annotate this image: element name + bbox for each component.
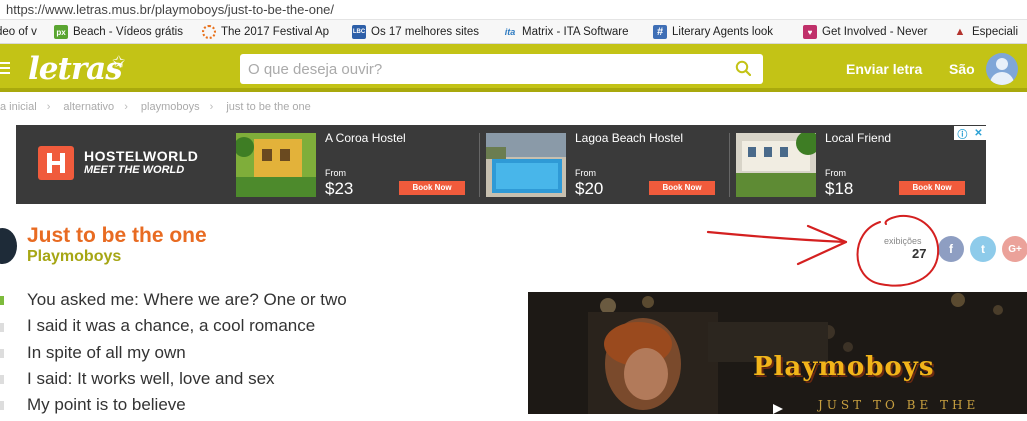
book-now-button[interactable]: Book Now xyxy=(899,181,965,195)
px-icon: px xyxy=(54,25,68,39)
hostel-name: A Coroa Hostel xyxy=(325,131,406,145)
bookmark-item[interactable]: px Beach - Vídeos grátis xyxy=(54,24,193,40)
gutter-marker xyxy=(0,349,4,358)
ita-icon: ita xyxy=(504,27,516,37)
bookmark-item[interactable]: ♥ Get Involved - Never xyxy=(803,24,934,40)
bookmark-item[interactable]: ita Matrix - ITA Software xyxy=(503,24,634,40)
site-logo[interactable]: letras xyxy=(28,51,123,87)
search-box xyxy=(240,54,763,84)
breadcrumb: a inicial › alternativo › playmoboys › just… xyxy=(0,101,321,113)
chevron-right-icon: › xyxy=(209,101,214,113)
hostel-from-label: From xyxy=(825,168,846,178)
lyric-line: I said it was a chance, a cool romance xyxy=(27,316,316,336)
hostelworld-logo-icon xyxy=(38,146,74,180)
google-share-button[interactable]: G+ xyxy=(1002,236,1027,262)
hostel-name: Local Friend xyxy=(825,131,892,145)
avatar[interactable] xyxy=(986,53,1018,85)
facebook-share-button[interactable]: f xyxy=(938,236,964,262)
bookmark-label: Get Involved - Never xyxy=(822,26,928,38)
artist-avatar[interactable] xyxy=(0,228,17,264)
bookmark-item[interactable]: deo of v xyxy=(0,24,37,40)
hostel-from-label: From xyxy=(325,168,346,178)
bookmark-label: Os 17 melhores sites xyxy=(371,26,479,38)
lyric-line: I said: It works well, love and sex xyxy=(27,368,275,388)
festival-icon xyxy=(202,25,216,39)
gutter-marker xyxy=(0,323,4,332)
search-icon[interactable] xyxy=(735,60,751,76)
bookmark-item[interactable]: ▲ Especiali xyxy=(953,24,1018,40)
breadcrumb-current: just to be the one xyxy=(226,101,311,113)
bookmark-label: deo of v xyxy=(0,26,37,38)
book-now-button[interactable]: Book Now xyxy=(649,181,715,195)
video-player[interactable]: Playmoboys JUST TO BE THE ONE xyxy=(528,292,1027,414)
book-now-button[interactable]: Book Now xyxy=(399,181,465,195)
hat-icon: ▲ xyxy=(954,26,966,38)
star-icon: ✩ xyxy=(112,54,126,71)
bookmark-item[interactable]: LBC Os 17 melhores sites xyxy=(352,24,479,40)
divider xyxy=(479,133,480,197)
hostel-price: $20 xyxy=(575,179,604,198)
bookmark-item[interactable]: # Literary Agents look xyxy=(653,24,784,40)
bookmark-item[interactable]: The 2017 Festival Ap xyxy=(202,24,333,40)
artist-name-link[interactable]: Playmoboys xyxy=(27,248,121,266)
bookmark-label: Beach - Vídeos grátis xyxy=(73,26,183,38)
ad-banner[interactable]: HOSTELWORLD MEET THE WORLD A Coroa Hoste… xyxy=(16,125,986,204)
bookmarks-bar: deo of v px Beach - Vídeos grátis The 20… xyxy=(0,20,1027,44)
heart-icon: ♥ xyxy=(803,25,817,39)
chevron-right-icon: › xyxy=(124,101,128,113)
gutter-marker xyxy=(0,401,4,410)
site-header: letras ✩ Enviar letra São xyxy=(0,44,1027,92)
hostel-from-label: From xyxy=(575,168,596,178)
views-count: 27 xyxy=(912,246,927,261)
hostel-photo xyxy=(736,133,816,197)
breadcrumb-item[interactable]: alternativo xyxy=(63,101,114,113)
play-icon[interactable] xyxy=(768,400,784,414)
lyric-line: My point is to believe xyxy=(27,395,186,415)
chevron-right-icon: › xyxy=(46,101,51,113)
video-subtitle: JUST TO BE THE ONE xyxy=(818,398,980,414)
ad-hostel-card[interactable]: Lagoa Beach Hostel From $20 Book Now xyxy=(482,125,730,204)
ad-tagline: MEET THE WORLD xyxy=(84,164,185,176)
user-name-link[interactable]: São xyxy=(949,61,975,77)
gutter-marker xyxy=(0,296,4,305)
bookmark-label: Especiali xyxy=(972,26,1019,38)
hostel-photo xyxy=(236,133,316,197)
song-title: Just to be the one xyxy=(27,224,207,247)
lbc-icon: LBC xyxy=(352,25,366,39)
lyrics: You asked me: Where we are? One or two I… xyxy=(27,290,347,421)
close-icon[interactable]: ✕ xyxy=(974,128,982,139)
twitter-share-button[interactable]: t xyxy=(970,236,996,262)
hostel-price: $18 xyxy=(825,179,854,198)
hostel-price: $23 xyxy=(325,179,354,198)
adchoices[interactable]: ⓘ ✕ xyxy=(954,126,986,141)
bookmark-label: Literary Agents look xyxy=(672,26,774,38)
address-bar[interactable]: https://www.letras.mus.br/playmoboys/jus… xyxy=(0,0,1027,20)
hostel-photo xyxy=(486,133,566,197)
lyric-line: In spite of all my own xyxy=(27,342,186,362)
search-input[interactable] xyxy=(240,54,710,84)
breadcrumb-item[interactable]: playmoboys xyxy=(141,101,200,113)
divider xyxy=(729,133,730,197)
lyric-line: You asked me: Where we are? One or two xyxy=(27,290,347,309)
info-icon[interactable]: ⓘ xyxy=(957,126,967,141)
hash-icon: # xyxy=(653,25,667,39)
ad-hostel-card[interactable]: A Coroa Hostel From $23 Book Now xyxy=(232,125,480,204)
gutter-marker xyxy=(0,375,4,384)
ad-brand: HOSTELWORLD xyxy=(84,148,199,164)
menu-icon[interactable] xyxy=(0,62,10,74)
bookmark-label: Matrix - ITA Software xyxy=(522,26,629,38)
views-label: exibições xyxy=(884,236,922,246)
bookmark-label: The 2017 Festival Ap xyxy=(221,26,330,38)
send-lyrics-link[interactable]: Enviar letra xyxy=(846,61,922,77)
hostel-name: Lagoa Beach Hostel xyxy=(575,131,684,145)
ad-hostel-card[interactable]: Local Friend From $18 Book Now xyxy=(732,125,974,204)
video-title: Playmoboys xyxy=(753,352,935,382)
breadcrumb-item[interactable]: a inicial xyxy=(0,101,37,113)
